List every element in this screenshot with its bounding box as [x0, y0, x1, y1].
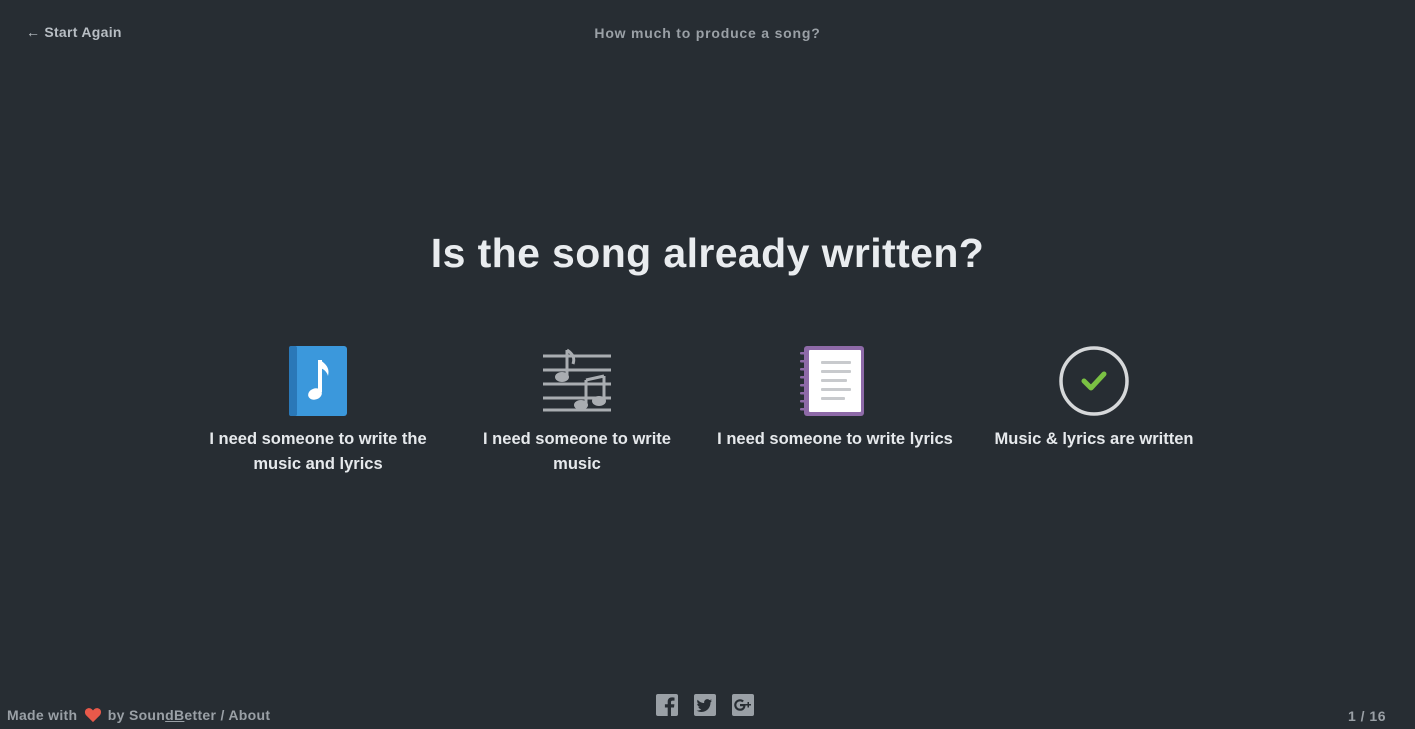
option-label: I need someone to write music	[483, 430, 671, 473]
option-write-lyrics[interactable]: I need someone to write lyrics	[715, 346, 955, 452]
brand-part: B	[174, 707, 185, 723]
option-label: I need someone to write lyrics	[717, 430, 953, 448]
option-write-music-and-lyrics[interactable]: I need someone to write the music and ly…	[198, 346, 438, 477]
top-bar: ← Start Again How much to produce a song?	[0, 0, 1415, 66]
footer-separator: /	[220, 707, 225, 723]
checkmark-circle-icon	[1059, 346, 1129, 416]
by-text: by	[107, 707, 125, 723]
brand-part: Soun	[128, 707, 166, 723]
twitter-icon[interactable]	[694, 694, 716, 716]
option-already-written[interactable]: Music & lyrics are written	[974, 346, 1214, 452]
made-with-text: Made with	[7, 707, 78, 723]
facebook-icon[interactable]	[656, 694, 678, 716]
brand-part: etter	[184, 707, 217, 723]
about-link[interactable]: About	[228, 707, 270, 723]
page-title: How much to produce a song?	[594, 25, 821, 41]
soundbetter-link[interactable]: SoundBetter	[129, 707, 216, 723]
heart-icon	[84, 708, 101, 723]
social-share-bar	[656, 694, 754, 716]
google-plus-icon[interactable]	[732, 694, 754, 716]
music-book-icon	[289, 346, 347, 416]
option-label: Music & lyrics are written	[994, 430, 1194, 448]
notebook-icon	[800, 346, 864, 416]
option-write-music[interactable]: I need someone to write music	[457, 346, 697, 477]
progress-indicator: 1 / 16	[1347, 708, 1386, 724]
sheet-music-icon	[543, 348, 611, 412]
option-label: I need someone to write the music and ly…	[209, 430, 427, 473]
footer-credit: Made with by SoundBetter / About	[7, 707, 270, 723]
question-heading: Is the song already written?	[430, 230, 985, 276]
brand-part: d	[165, 707, 174, 723]
